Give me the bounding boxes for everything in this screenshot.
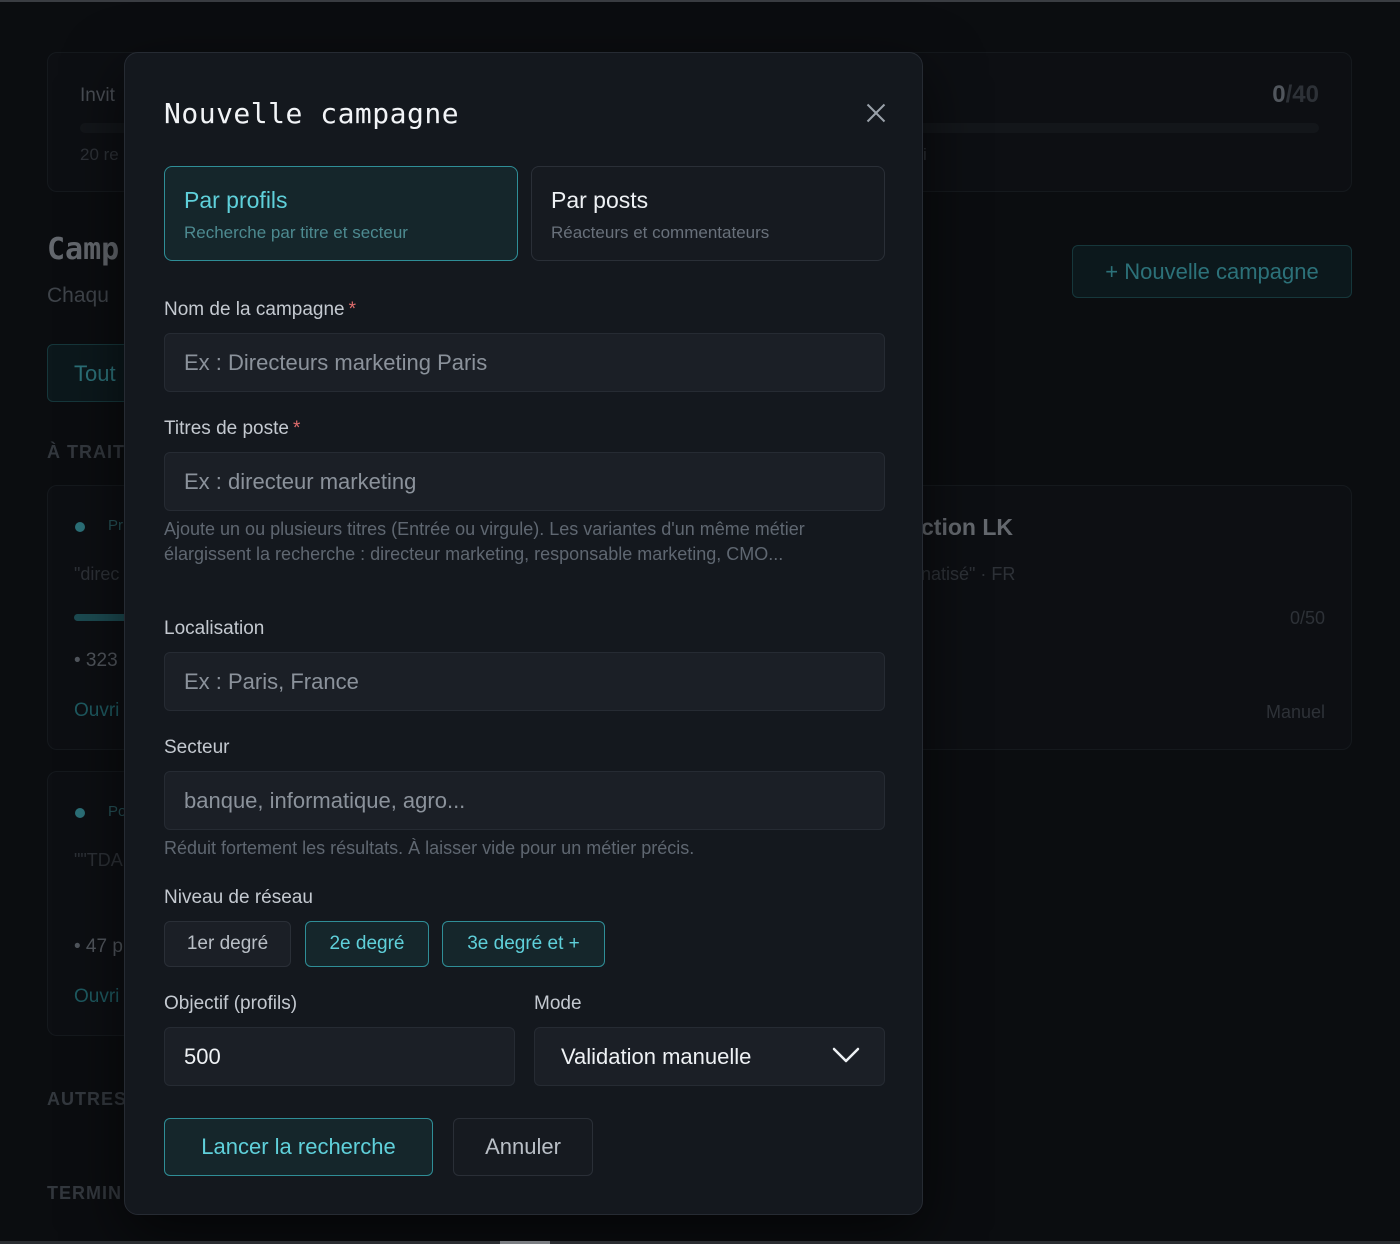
- campaign-query: ""TDA: [74, 850, 123, 870]
- search-mode-profiles[interactable]: Par profils Recherche par titre et secte…: [164, 166, 518, 261]
- cancel-button[interactable]: Annuler: [453, 1118, 593, 1176]
- job-titles-help: Ajoute un ou plusieurs titres (Entrée ou…: [164, 519, 805, 564]
- group-others: AUTRES: [47, 1089, 128, 1109]
- campaign-query: "direc: [74, 564, 120, 584]
- location-label: Localisation: [164, 618, 265, 639]
- campaign-name-input[interactable]: Ex : Directeurs marketing Paris: [164, 333, 885, 392]
- campaign-tag: Pr: [108, 517, 123, 534]
- mode-label: Mode: [534, 993, 582, 1014]
- search-mode-subtitle: Réacteurs et commentateurs: [551, 223, 770, 242]
- campaign-stat: • 47 p: [74, 936, 123, 957]
- mode-select-value: Validation manuelle: [561, 1043, 752, 1069]
- status-dot: [75, 808, 85, 818]
- campaign-title: ction LK: [921, 514, 1013, 540]
- campaign-progress-text: 0/50: [1289, 608, 1325, 628]
- campaign-mode: Manuel: [1265, 702, 1325, 722]
- location-input[interactable]: Ex : Paris, France: [164, 652, 885, 711]
- modal-title: Nouvelle campagne: [164, 97, 460, 130]
- network-2nd-degree-chip[interactable]: 2e degré: [305, 921, 429, 967]
- quota-label: Invit: [80, 85, 115, 106]
- group-to-process: À TRAIT: [47, 442, 125, 462]
- required-mark: *: [348, 299, 357, 320]
- campaigns-subtitle: Chaqu: [47, 284, 109, 307]
- campaigns-title: Camp: [47, 232, 120, 267]
- search-mode-title: Par posts: [551, 187, 649, 213]
- open-campaign-link[interactable]: Ouvri: [74, 700, 119, 722]
- quota-subtext-right: i: [923, 145, 927, 164]
- search-mode-subtitle: Recherche par titre et secteur: [184, 223, 408, 242]
- sector-input[interactable]: banque, informatique, agro...: [164, 771, 885, 830]
- campaign-card[interactable]: ction LK natisé" · FR 0/50 Manuel: [900, 485, 1352, 750]
- target-input[interactable]: 500: [164, 1027, 515, 1086]
- campaign-stat: • 323: [74, 650, 118, 671]
- search-mode-title: Par profils: [184, 187, 288, 213]
- network-1st-degree-chip[interactable]: 1er degré: [164, 921, 291, 967]
- sector-help: Réduit fortement les résultats. À laisse…: [164, 838, 695, 858]
- job-titles-input[interactable]: Ex : directeur marketing: [164, 452, 885, 511]
- required-mark: *: [292, 418, 301, 439]
- job-titles-label: Titres de poste *: [164, 418, 301, 439]
- sector-label: Secteur: [164, 737, 230, 758]
- launch-search-button[interactable]: Lancer la recherche: [164, 1118, 433, 1176]
- network-level-label: Niveau de réseau: [164, 887, 313, 908]
- mode-select[interactable]: Validation manuelle: [534, 1027, 885, 1086]
- new-campaign-button[interactable]: + Nouvelle campagne: [1072, 245, 1352, 298]
- new-campaign-modal: Nouvelle campagne Par profils Recherche …: [124, 52, 923, 1215]
- network-3rd-degree-chip[interactable]: 3e degré et +: [442, 921, 605, 967]
- group-done: TERMIN: [47, 1183, 122, 1203]
- quota-count: 0/40: [1272, 81, 1319, 108]
- search-mode-posts[interactable]: Par posts Réacteurs et commentateurs: [531, 166, 885, 261]
- quota-subtext: 20 re: [80, 145, 119, 164]
- chevron-down-icon: [832, 1047, 860, 1063]
- target-label: Objectif (profils): [164, 993, 298, 1014]
- status-dot: [75, 522, 85, 532]
- close-icon[interactable]: [862, 99, 890, 127]
- campaign-meta: natisé" · FR: [921, 564, 1016, 584]
- campaign-name-label: Nom de la campagne *: [164, 299, 357, 320]
- open-campaign-link[interactable]: Ouvri: [74, 986, 119, 1008]
